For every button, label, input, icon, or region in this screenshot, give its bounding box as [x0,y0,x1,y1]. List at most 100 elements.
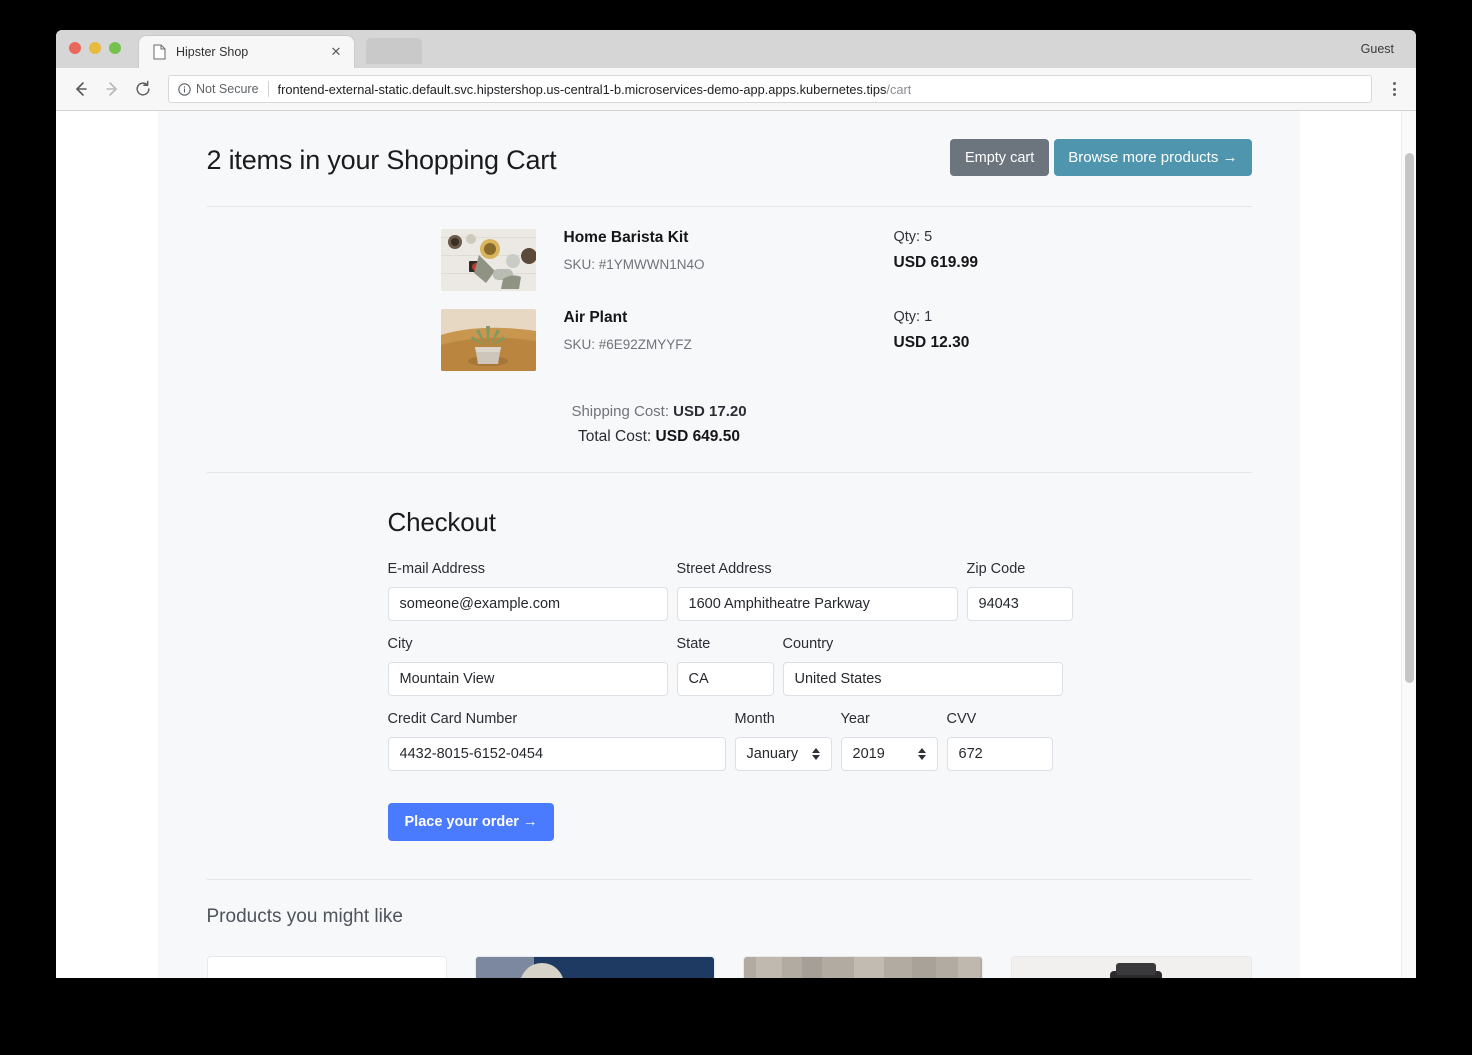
page-content-area: 2 items in your Shopping Cart Empty cart… [158,111,1300,978]
table-row: Air Plant SKU: #6E92ZMYYFZ Qty: 1 USD 12… [207,309,1252,371]
document-icon [153,44,167,60]
email-field[interactable] [387,587,668,621]
year-selected-value: 2019 [852,746,885,762]
card-field-group: Credit Card Number [387,711,726,771]
close-window-button[interactable] [69,42,81,54]
shipping-cost: Shipping Cost: USD 17.20 [207,403,1112,420]
home-barista-kit-thumbnail[interactable] [440,229,536,291]
month-selected-value: January [746,746,799,762]
stepper-arrows-icon [917,748,926,760]
credit-card-number-field[interactable] [387,737,726,771]
recommendations-title: Products you might like [206,906,403,927]
cart-item-name[interactable]: Air Plant [564,309,894,327]
cart-item-info: Home Barista Kit SKU: #1YMWWN1N4O [564,229,894,272]
zip-code-field[interactable] [966,587,1073,621]
form-row-address: E-mail Address Street Address Zip Code [387,561,1252,621]
browse-more-products-button[interactable]: Browse more products → [1054,139,1252,176]
cart-item-image-wrap [440,229,536,291]
close-icon[interactable]: ✕ [329,45,343,59]
cvv-field[interactable] [946,737,1053,771]
security-indicator[interactable]: Not Secure [178,82,259,96]
place-order-button[interactable]: Place your order → [387,803,555,841]
country-label: Country [782,636,834,652]
cart-totals: Shipping Cost: USD 17.20 Total Cost: USD… [207,389,1112,472]
total-cost: Total Cost: USD 649.50 [207,428,1112,446]
street-address-field[interactable] [676,587,958,621]
city-label: City [387,636,413,652]
city-field-group: City [387,636,668,696]
reload-icon[interactable] [130,76,156,102]
arrow-left-icon[interactable] [68,76,94,102]
film-camera-thumbnail[interactable] [1011,956,1252,978]
street-field-group: Street Address [676,561,958,621]
total-cost-label: Total Cost: [578,428,656,445]
cart-item-sku: SKU: #6E92ZMYYFZ [563,337,692,352]
stepper-arrows-icon [811,748,820,760]
form-row-payment: Credit Card Number Month January Year [387,711,1252,771]
cart-item-meta: Qty: 5 USD 619.99 [894,229,978,272]
cart-item-list: Home Barista Kit SKU: #1YMWWN1N4O Qty: 5… [207,207,1252,472]
air-plant-thumbnail[interactable] [440,309,536,371]
cart-item-price: USD 12.30 [893,334,970,351]
tab-strip: Hipster Shop ✕ Guest [56,30,1416,68]
cart-item-qty: Qty: 1 [893,309,933,325]
profile-guest-label[interactable]: Guest [1361,42,1394,56]
street-label: Street Address [676,561,772,577]
page-viewport: 2 items in your Shopping Cart Empty cart… [56,111,1416,978]
year-select[interactable]: 2019 [840,737,938,771]
city-field[interactable] [387,662,668,696]
browser-window: Hipster Shop ✕ Guest Not Secure frontend… [56,30,1416,978]
form-row-locale: City State Country [387,636,1252,696]
email-label: E-mail Address [387,561,486,577]
url-host: frontend-external-static.default.svc.hip… [277,81,887,97]
cart-item-name[interactable]: Home Barista Kit [564,229,894,247]
arrow-right-icon [99,76,125,102]
maximize-window-button[interactable] [109,42,121,54]
minimize-window-button[interactable] [89,42,101,54]
browser-tab-hipster-shop[interactable]: Hipster Shop ✕ [139,36,354,68]
security-text: Not Secure [196,82,259,96]
email-field-group: E-mail Address [387,561,668,621]
country-field-group: Country [782,636,1063,696]
month-label: Month [734,711,775,727]
month-field-group: Month January [734,711,832,771]
state-field-group: State [676,636,774,696]
page-scrollbar[interactable] [1401,111,1416,978]
zip-label: Zip Code [966,561,1026,577]
country-field[interactable] [782,662,1063,696]
cart-item-image-wrap [440,309,536,371]
recommendations-section: Products you might like [206,841,1252,978]
table-row: Home Barista Kit SKU: #1YMWWN1N4O Qty: 5… [207,229,1252,291]
window-traffic-lights [69,42,121,54]
cart-item-sku: SKU: #1YMWWN1N4O [563,257,705,272]
state-label: State [676,636,711,652]
info-circle-icon [178,82,191,96]
checkout-form: Checkout E-mail Address Street Address Z… [207,473,1252,841]
checkout-title: Checkout [387,507,496,537]
mug-thumbnail[interactable] [743,956,984,978]
kebab-menu-icon[interactable] [1380,82,1408,96]
cart-item-qty: Qty: 5 [893,229,933,245]
record-player-thumbnail[interactable] [474,956,715,978]
shipping-cost-label: Shipping Cost: [571,403,674,420]
total-cost-value: USD 649.50 [655,428,740,445]
address-bar[interactable]: Not Secure frontend-external-static.defa… [168,75,1372,103]
year-label: Year [840,711,870,727]
month-select[interactable]: January [734,737,832,771]
state-field[interactable] [676,662,774,696]
empty-cart-button[interactable]: Empty cart [949,139,1050,176]
bamboo-glass-jar-thumbnail[interactable] [206,956,447,978]
cart-item-price: USD 619.99 [893,254,978,271]
background-tab-placeholder[interactable] [366,38,422,64]
cvv-field-group: CVV [946,711,1053,771]
divider [206,879,1252,880]
page-title: 2 items in your Shopping Cart [206,145,557,175]
scrollbar-thumb[interactable] [1405,153,1414,683]
url-text: frontend-external-static.default.svc.hip… [278,82,912,97]
cart-item-meta: Qty: 1 USD 12.30 [894,309,970,352]
tab-title: Hipster Shop [176,45,249,59]
recommendation-card-list [206,956,1252,978]
cart-header: 2 items in your Shopping Cart Empty cart… [207,139,1252,206]
cart-item-info: Air Plant SKU: #6E92ZMYYFZ [564,309,894,352]
shipping-cost-value: USD 17.20 [673,403,747,420]
